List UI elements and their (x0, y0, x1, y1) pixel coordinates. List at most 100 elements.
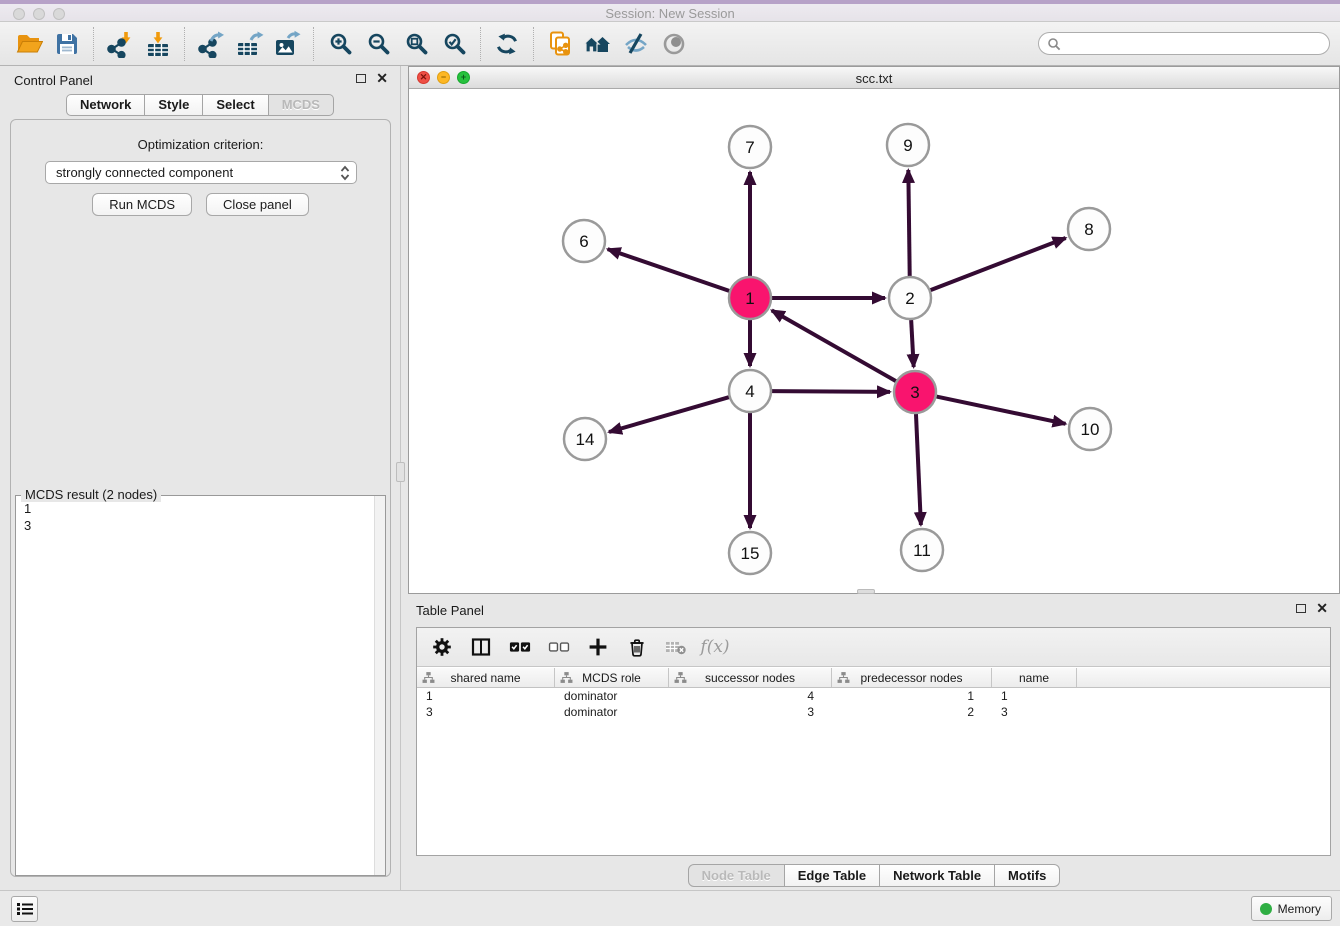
zoom-out-icon[interactable] (359, 26, 397, 62)
edge-4-14[interactable] (609, 397, 729, 432)
mcds-panel-body: Optimization criterion: strongly connect… (10, 119, 391, 877)
memory-button[interactable]: Memory (1251, 896, 1332, 921)
tab-style[interactable]: Style (145, 94, 203, 116)
table-row[interactable]: 3dominator323 (417, 704, 1330, 720)
delete-table-icon[interactable] (665, 636, 687, 658)
table-panel-title: Table Panel (416, 603, 484, 618)
tab-mcds[interactable]: MCDS (269, 94, 334, 116)
close-panel-icon[interactable]: ✕ (376, 73, 388, 83)
export-image-icon[interactable] (268, 26, 306, 62)
tab-edge-table[interactable]: Edge Table (785, 864, 880, 887)
column-header-name[interactable]: name (992, 668, 1077, 687)
graph-node-label: 10 (1081, 420, 1100, 439)
tab-node-table[interactable]: Node Table (688, 864, 785, 887)
graph-node-label: 8 (1084, 220, 1093, 239)
run-mcds-button[interactable]: Run MCDS (92, 193, 192, 216)
column-header-label: MCDS role (582, 671, 641, 685)
memory-status-icon (1260, 903, 1272, 915)
panel-splitter-grip[interactable] (396, 462, 405, 482)
criterion-dropdown[interactable]: strongly connected component (45, 161, 357, 184)
chevron-up-down-icon (340, 165, 350, 181)
zoom-in-icon[interactable] (321, 26, 359, 62)
column-header-successor-nodes[interactable]: successor nodes (669, 668, 832, 687)
mcds-result-list: 13 (16, 496, 385, 538)
table-body: 1dominator4113dominator323 (417, 688, 1330, 720)
result-scrollbar[interactable] (374, 496, 385, 875)
table-row[interactable]: 1dominator411 (417, 688, 1330, 704)
edge-4-3[interactable] (772, 391, 890, 392)
import-table-icon[interactable] (139, 26, 177, 62)
node-table: shared name MCDS role successor nodes prede… (417, 668, 1330, 855)
select-all-icon[interactable] (509, 636, 531, 658)
float-table-panel-icon[interactable] (1296, 604, 1306, 613)
edge-3-11[interactable] (916, 414, 921, 525)
function-builder-icon[interactable]: f(x) (704, 636, 726, 658)
table-panel-tabs: Node TableEdge TableNetwork TableMotifs (408, 864, 1340, 887)
search-input[interactable] (1038, 32, 1330, 55)
column-header-shared-name[interactable]: shared name (417, 668, 555, 687)
control-panel: Control Panel ✕ NetworkStyleSelectMCDS O… (0, 66, 401, 890)
cell-successor-nodes: 4 (669, 689, 832, 703)
close-panel-button[interactable]: Close panel (206, 193, 309, 216)
graph-node-label: 15 (741, 544, 760, 563)
graph-node-label: 1 (745, 289, 754, 308)
tab-select[interactable]: Select (203, 94, 268, 116)
show-columns-icon[interactable] (470, 636, 492, 658)
table-settings-gear-icon[interactable] (431, 636, 453, 658)
cell-successor-nodes: 3 (669, 705, 832, 719)
cell-shared-name: 3 (417, 705, 555, 719)
float-panel-icon[interactable] (356, 74, 366, 83)
refresh-icon[interactable] (488, 26, 526, 62)
graph-node-label: 4 (745, 382, 754, 401)
toolbar-separator (313, 27, 314, 61)
column-header-mcds-role[interactable]: MCDS role (555, 668, 669, 687)
save-icon[interactable] (48, 26, 86, 62)
clone-network-icon[interactable] (541, 26, 579, 62)
open-folder-icon[interactable] (10, 26, 48, 62)
memory-label: Memory (1278, 902, 1321, 916)
table-panel: Table Panel ✕ f(x) shared nameMCDS roles… (408, 596, 1340, 890)
tab-network-table[interactable]: Network Table (880, 864, 995, 887)
mcds-result-group: MCDS result (2 nodes) 13 (15, 495, 386, 876)
deselect-all-icon[interactable] (548, 636, 570, 658)
first-neighbors-icon[interactable] (579, 26, 617, 62)
import-network-icon[interactable] (101, 26, 139, 62)
edge-3-10[interactable] (937, 397, 1066, 424)
toolbar-separator (533, 27, 534, 61)
status-bar: Memory (0, 890, 1340, 926)
edge-2-8[interactable] (931, 238, 1066, 290)
table-toolbar: f(x) (417, 628, 1330, 667)
graph-node-label: 7 (745, 138, 754, 157)
edge-2-3[interactable] (911, 320, 914, 367)
show-hidden-icon[interactable] (655, 26, 693, 62)
add-column-icon[interactable] (587, 636, 609, 658)
column-header-label: predecessor nodes (860, 671, 962, 685)
edge-3-1[interactable] (772, 310, 896, 381)
cell-mcds-role: dominator (555, 705, 669, 719)
control-panel-tabs: NetworkStyleSelectMCDS (0, 94, 400, 116)
search-text-field[interactable] (1066, 37, 1321, 51)
column-header-predecessor-nodes[interactable]: predecessor nodes (832, 668, 992, 687)
network-resize-grip[interactable] (857, 589, 875, 594)
table-header-row: shared name MCDS role successor nodes prede… (417, 668, 1330, 688)
zoom-fit-icon[interactable] (397, 26, 435, 62)
export-network-icon[interactable] (192, 26, 230, 62)
cell-name: 1 (992, 689, 1077, 703)
graph-node-label: 14 (576, 430, 595, 449)
criterion-dropdown-value: strongly connected component (56, 165, 340, 180)
column-header-label: shared name (450, 671, 520, 685)
hide-selected-icon[interactable] (617, 26, 655, 62)
task-history-button[interactable] (11, 896, 38, 922)
optimization-criterion-label: Optimization criterion: (11, 137, 390, 152)
zoom-selected-icon[interactable] (435, 26, 473, 62)
mcds-result-title: MCDS result (2 nodes) (21, 487, 161, 502)
delete-column-trash-icon[interactable] (626, 636, 648, 658)
tab-motifs[interactable]: Motifs (995, 864, 1060, 887)
close-table-panel-icon[interactable]: ✕ (1316, 603, 1328, 613)
export-table-icon[interactable] (230, 26, 268, 62)
tab-network[interactable]: Network (66, 94, 145, 116)
edge-2-9[interactable] (908, 170, 909, 276)
edge-1-6[interactable] (608, 249, 730, 291)
network-canvas[interactable]: 1234678910111415 (409, 89, 1339, 593)
network-window-titlebar[interactable]: ✕ − + scc.txt (409, 67, 1339, 89)
